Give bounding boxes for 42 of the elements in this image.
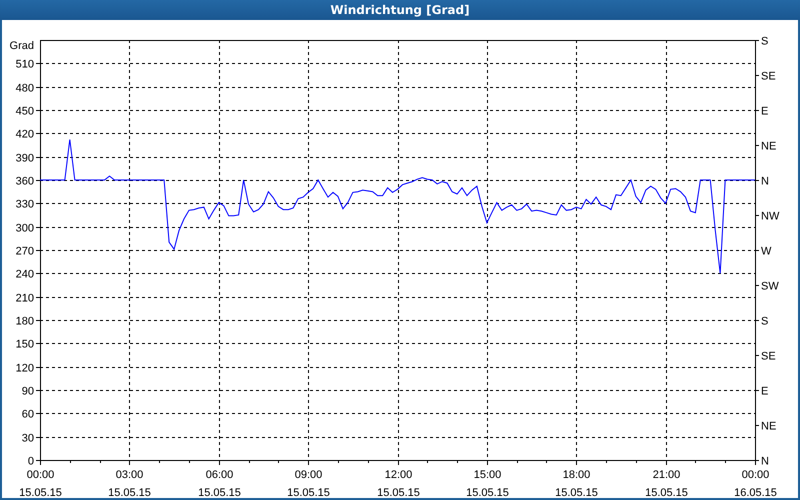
x-axis-label: 00:00 16.05.15 [734, 469, 777, 498]
compass-axis-label: NE [761, 140, 776, 152]
y-axis-title: Grad [10, 40, 34, 52]
x-axis-label: 06:00 15.05.15 [198, 469, 241, 498]
x-axis-label: 18:00 15.05.15 [555, 469, 598, 498]
compass-axis-label: NW [761, 210, 780, 222]
y-axis-label: 210 [16, 292, 34, 304]
y-axis-label: 120 [16, 362, 34, 374]
y-axis-label: 300 [16, 222, 34, 234]
y-axis-label: 270 [16, 246, 34, 258]
y-axis-label: 420 [16, 128, 34, 140]
y-axis-label: 240 [16, 268, 34, 280]
x-axis-label: 21:00 15.05.15 [645, 469, 688, 498]
y-axis-label: 0 [28, 456, 34, 468]
y-axis-label: 180 [16, 316, 34, 328]
y-axis-label: 480 [16, 82, 34, 94]
y-axis-label: 450 [16, 106, 34, 118]
x-axis-label: 12:00 15.05.15 [377, 469, 420, 498]
y-axis-label: 330 [16, 198, 34, 210]
compass-axis-label: SW [761, 280, 779, 292]
y-axis-label: 60 [22, 408, 34, 420]
compass-axis-label: N [761, 176, 769, 188]
compass-axis-label: S [761, 316, 768, 328]
compass-axis-label: S [761, 36, 768, 48]
y-axis-label: 150 [16, 338, 34, 350]
compass-axis-label: W [761, 246, 772, 258]
x-axis-label: 09:00 15.05.15 [287, 469, 330, 498]
compass-axis-label: SE [761, 70, 776, 82]
compass-axis-label: SE [761, 350, 776, 362]
y-axis-label: 360 [16, 176, 34, 188]
x-axis-label: 15:00 15.05.15 [466, 469, 509, 498]
y-axis-label: 510 [16, 58, 34, 70]
y-axis-label: 90 [22, 386, 34, 398]
window-title: Windrichtung [Grad] [0, 0, 800, 20]
x-axis-label: 03:00 15.05.15 [108, 469, 151, 498]
y-axis-label: 390 [16, 152, 34, 164]
y-axis-label: 30 [22, 432, 34, 444]
x-axis-label: 00:00 15.05.15 [19, 469, 62, 498]
compass-axis-label: E [761, 386, 768, 398]
compass-axis-label: NE [761, 420, 776, 432]
compass-axis-label: E [761, 106, 768, 118]
compass-axis-label: N [761, 456, 769, 468]
